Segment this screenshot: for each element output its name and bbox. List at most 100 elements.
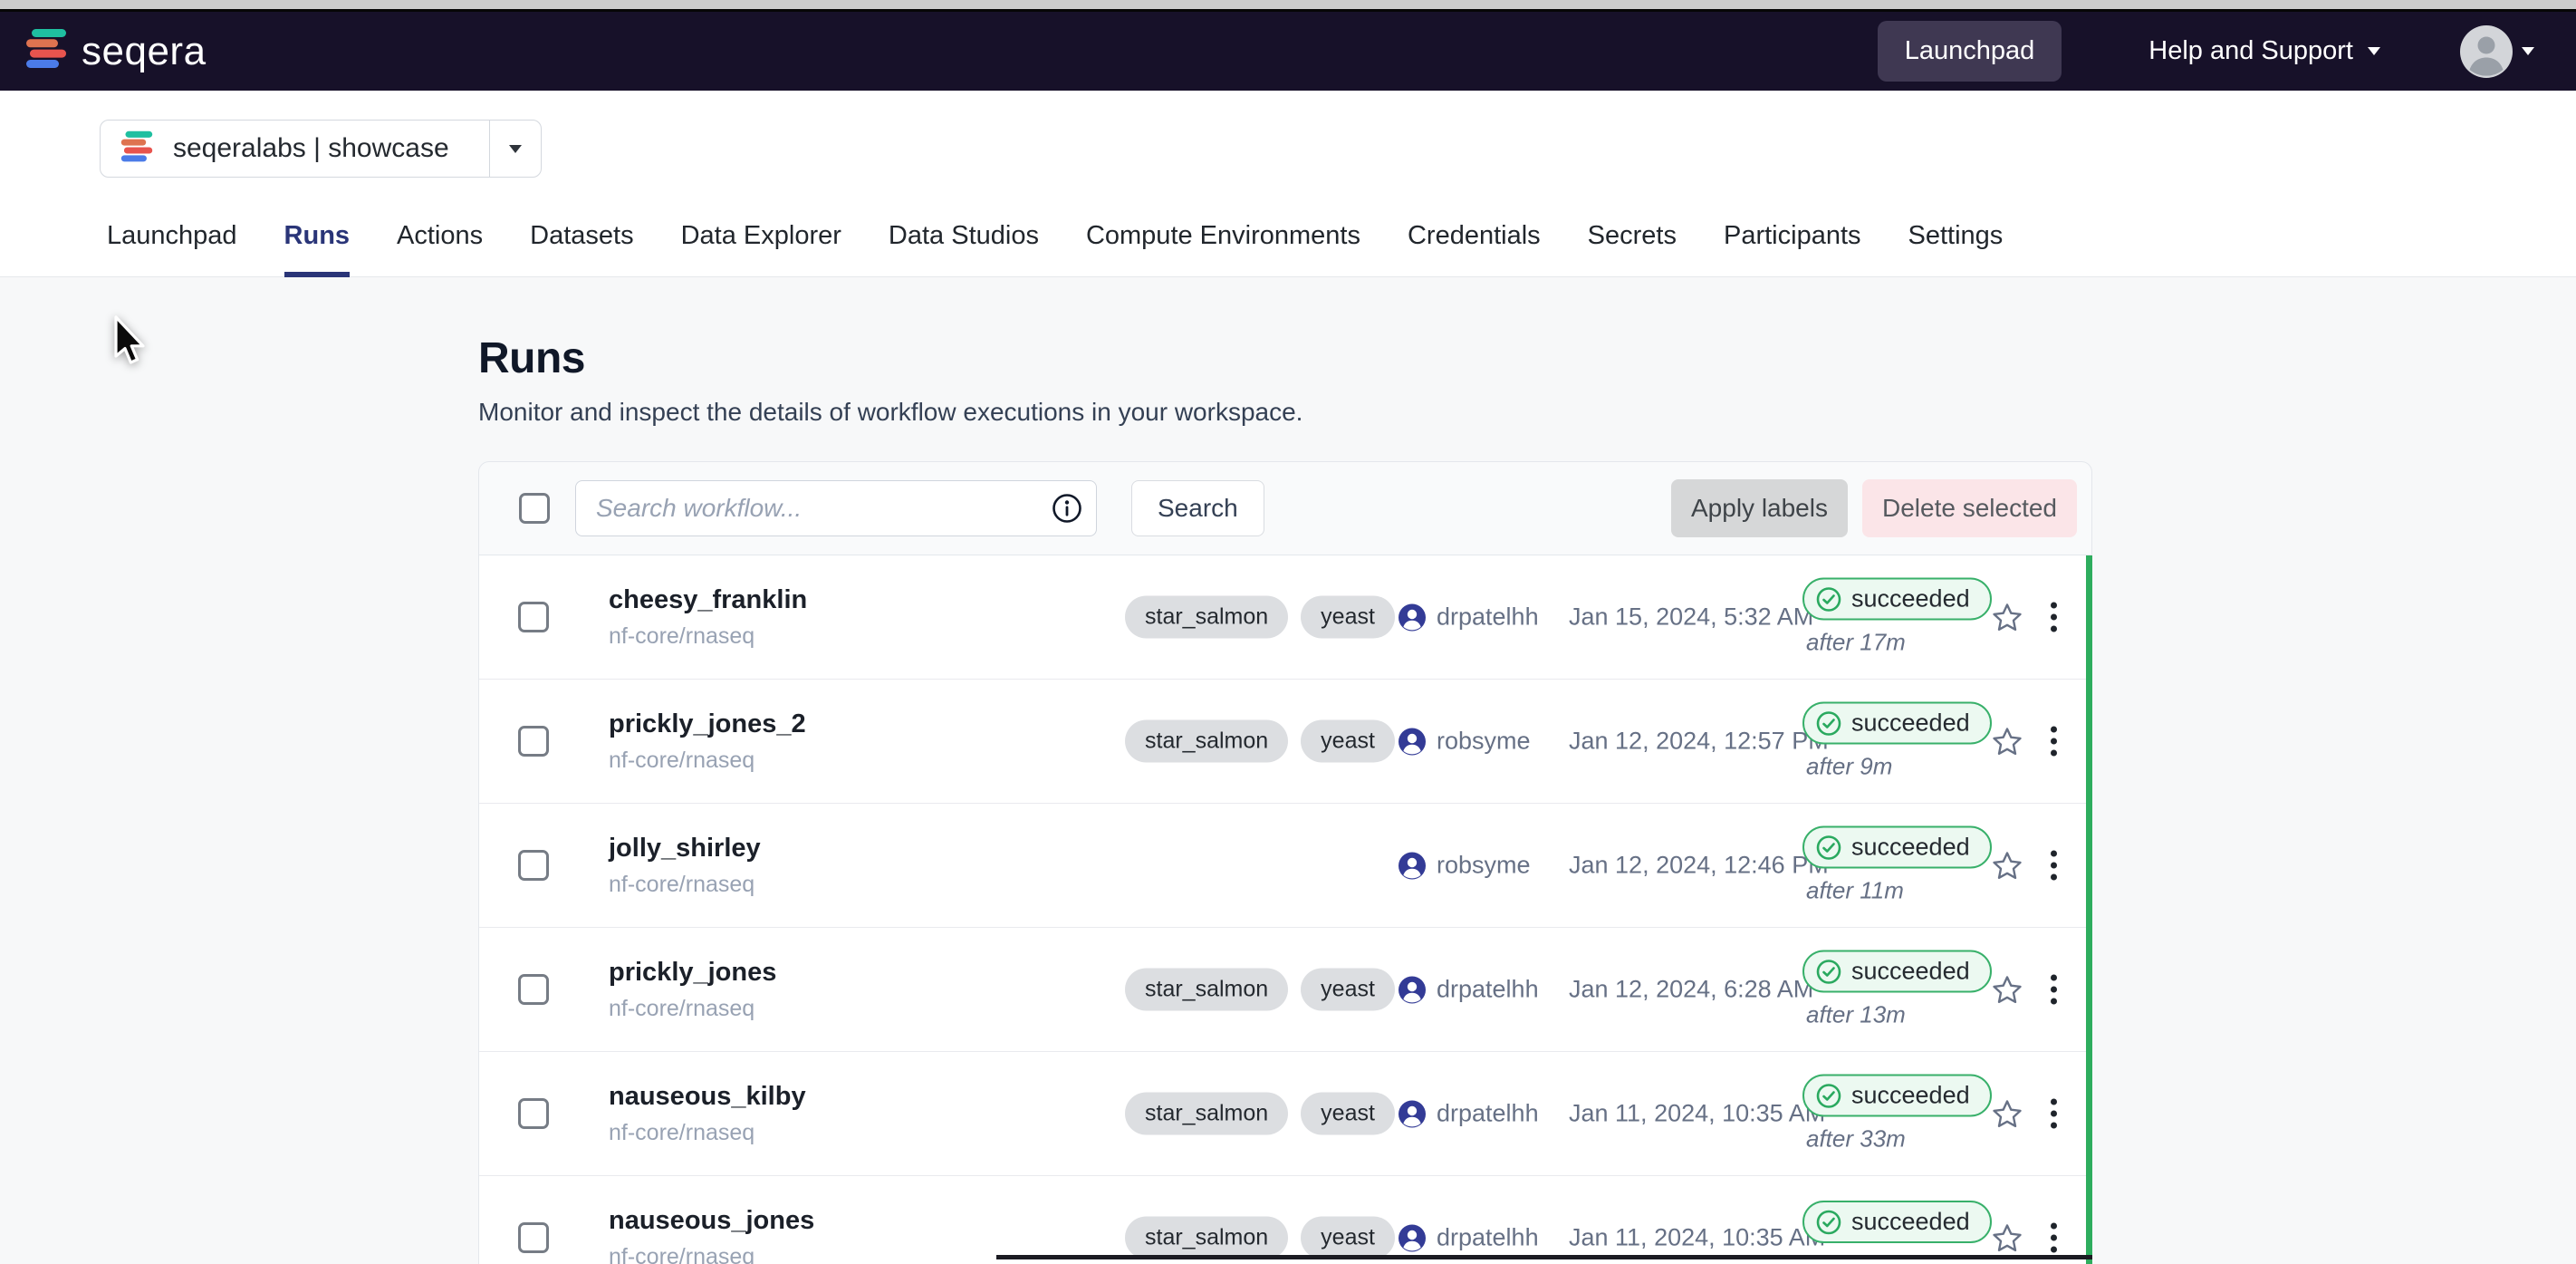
run-user: robsyme	[1399, 852, 1531, 880]
label-pill: star_salmon	[1125, 969, 1288, 1011]
row-checkbox[interactable]	[518, 726, 549, 757]
row-checkbox[interactable]	[518, 850, 549, 881]
status-label: succeeded	[1851, 1208, 1970, 1236]
tab-launchpad[interactable]: Launchpad	[107, 221, 237, 277]
info-icon[interactable]	[1051, 492, 1083, 525]
run-name[interactable]: prickly_jones_2	[609, 709, 806, 739]
run-name[interactable]: prickly_jones	[609, 958, 776, 988]
brand-name: seqera	[82, 29, 207, 74]
row-menu-button[interactable]	[2043, 1092, 2064, 1136]
top-navbar: seqera Launchpad Help and Support	[0, 9, 2576, 91]
status-badge: succeeded	[1802, 702, 1992, 745]
row-checkbox[interactable]	[518, 1222, 549, 1253]
label-pill: yeast	[1301, 720, 1395, 763]
run-pipeline: nf-core/rnaseq	[609, 872, 761, 898]
user-icon	[1399, 1224, 1426, 1251]
workspace-selector-main: seqeralabs | showcase	[101, 121, 489, 177]
star-button[interactable]	[1988, 1095, 2026, 1132]
run-name-block: prickly_jones nf-core/rnaseq	[609, 928, 776, 1051]
page-content: Runs Monitor and inspect the details of …	[0, 277, 2576, 1257]
run-status: succeeded after 9m	[1802, 702, 1992, 781]
row-menu-button[interactable]	[2043, 968, 2064, 1012]
run-labels: star_salmonyeast	[1125, 720, 1395, 763]
run-status: succeeded after 33m	[1802, 1075, 1992, 1153]
run-name[interactable]: jolly_shirley	[609, 834, 761, 864]
star-button[interactable]	[1988, 1220, 2026, 1256]
star-button[interactable]	[1988, 599, 2026, 635]
table-row[interactable]: cheesy_franklin nf-core/rnaseq star_salm…	[479, 555, 2086, 680]
run-duration: after 17m	[1806, 629, 1906, 657]
star-button[interactable]	[1988, 847, 2026, 883]
row-menu-button[interactable]	[2043, 595, 2064, 640]
run-name[interactable]: nauseous_jones	[609, 1206, 814, 1236]
runs-card: Search Apply labels Delete selected chee…	[478, 461, 2092, 1264]
search-input[interactable]	[594, 493, 1051, 524]
run-user: robsyme	[1399, 728, 1531, 756]
run-pipeline: nf-core/rnaseq	[609, 996, 776, 1022]
runs-toolbar: Search Apply labels Delete selected	[478, 461, 2092, 555]
run-name[interactable]: nauseous_kilby	[609, 1082, 806, 1112]
mouse-cursor	[109, 315, 152, 371]
apply-labels-button[interactable]: Apply labels	[1671, 479, 1848, 537]
run-status: succeeded after 17m	[1802, 578, 1992, 657]
tab-participants[interactable]: Participants	[1724, 221, 1861, 277]
check-circle-icon	[1815, 1082, 1842, 1109]
run-name-block: nauseous_kilby nf-core/rnaseq	[609, 1052, 806, 1175]
workspace-name: seqeralabs | showcase	[173, 133, 449, 164]
run-pipeline: nf-core/rnaseq	[609, 1244, 814, 1264]
run-pipeline: nf-core/rnaseq	[609, 748, 806, 774]
star-button[interactable]	[1988, 723, 2026, 759]
help-and-support-menu[interactable]: Help and Support	[2148, 36, 2380, 66]
tab-runs[interactable]: Runs	[284, 221, 351, 277]
chevron-down-icon	[509, 145, 522, 153]
run-user-name: robsyme	[1437, 728, 1531, 756]
row-menu-button[interactable]	[2043, 844, 2064, 888]
brand[interactable]: seqera	[25, 28, 207, 74]
run-labels: star_salmon yeast	[1125, 969, 1395, 1011]
table-row[interactable]: prickly_jones nf-core/rnaseq star_salmon…	[479, 928, 2086, 1052]
run-user: drpatelhh	[1399, 1224, 1539, 1252]
workspace-dropdown-button[interactable]	[490, 121, 541, 177]
workspace-logo-icon	[120, 130, 153, 168]
launchpad-button[interactable]: Launchpad	[1878, 21, 2062, 82]
row-checkbox[interactable]	[518, 602, 549, 632]
tab-actions[interactable]: Actions	[397, 221, 483, 277]
tab-data-studios[interactable]: Data Studios	[889, 221, 1039, 277]
tab-credentials[interactable]: Credentials	[1408, 221, 1541, 277]
row-menu-button[interactable]	[2043, 719, 2064, 764]
run-date: Jan 12, 2024, 12:46 PM	[1569, 852, 1829, 880]
run-name[interactable]: cheesy_franklin	[609, 585, 807, 615]
row-checkbox[interactable]	[518, 1098, 549, 1129]
user-icon	[1399, 852, 1426, 879]
tab-datasets[interactable]: Datasets	[530, 221, 633, 277]
tab-compute-environments[interactable]: Compute Environments	[1086, 221, 1360, 277]
table-row[interactable]: nauseous_kilby nf-core/rnaseq star_salmo…	[479, 1052, 2086, 1176]
status-label: succeeded	[1851, 1082, 1970, 1110]
star-button[interactable]	[1988, 971, 2026, 1008]
tab-secrets[interactable]: Secrets	[1588, 221, 1677, 277]
run-status: succeeded after 11m	[1802, 826, 1992, 905]
workspace-selector[interactable]: seqeralabs | showcase	[100, 120, 542, 178]
label-pill: yeast	[1301, 969, 1395, 1011]
run-labels: star_salmonyeast	[1125, 1093, 1395, 1135]
search-button[interactable]: Search	[1131, 480, 1264, 536]
row-menu-button[interactable]	[2043, 1216, 2064, 1260]
select-all-checkbox[interactable]	[519, 493, 550, 524]
table-row[interactable]: prickly_jones_2 nf-core/rnaseq star_salm…	[479, 680, 2086, 804]
user-icon	[1399, 728, 1426, 755]
check-circle-icon	[1815, 709, 1842, 737]
row-checkbox[interactable]	[518, 974, 549, 1005]
tab-data-explorer[interactable]: Data Explorer	[681, 221, 841, 277]
check-circle-icon	[1815, 958, 1842, 985]
run-pipeline: nf-core/rnaseq	[609, 1120, 806, 1146]
table-row[interactable]: nauseous_jones nf-core/rnaseq star_salmo…	[479, 1176, 2086, 1264]
run-user-name: drpatelhh	[1437, 1224, 1539, 1252]
user-menu[interactable]	[2460, 25, 2534, 78]
run-date: Jan 12, 2024, 12:57 PM	[1569, 728, 1829, 756]
tab-settings[interactable]: Settings	[1908, 221, 2004, 277]
run-user: drpatelhh	[1399, 1100, 1539, 1128]
table-row[interactable]: jolly_shirley nf-core/rnaseq robsyme Jan…	[479, 804, 2086, 928]
run-user-name: drpatelhh	[1437, 976, 1539, 1004]
delete-selected-button[interactable]: Delete selected	[1862, 479, 2077, 537]
status-badge: succeeded	[1802, 578, 1992, 621]
